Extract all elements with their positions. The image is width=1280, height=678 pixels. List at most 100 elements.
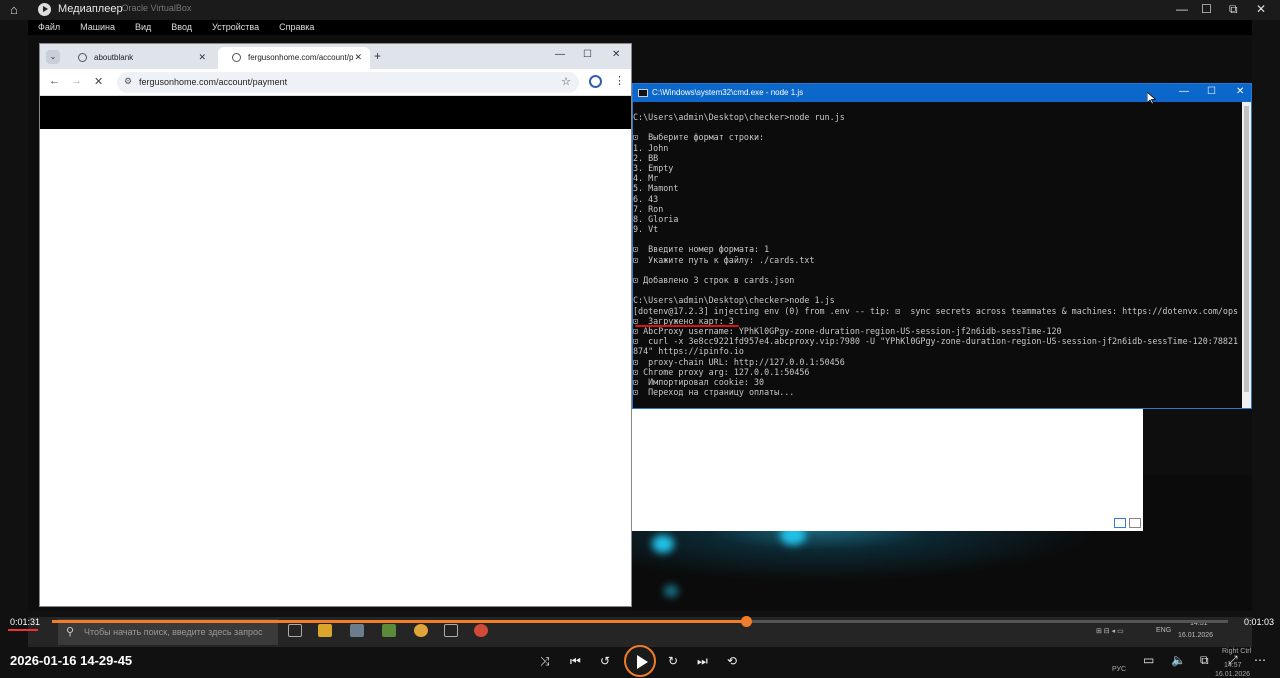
cmd-output-line: C:\Users\admin\Desktop\checker>node run.… <box>633 112 845 122</box>
maximize-icon[interactable]: ☐ <box>1207 86 1216 97</box>
forward-icon[interactable]: → <box>71 75 82 87</box>
cmd-output-line: 1. John <box>633 142 669 153</box>
seek-bar-handle[interactable] <box>741 616 752 627</box>
tab-label: aboutblank <box>94 53 134 62</box>
details-view-icon[interactable] <box>1114 518 1126 528</box>
tray-icons[interactable]: ⊞ ⊟ ◂ ▭ <box>1096 627 1124 635</box>
cmd-output-line: C:\Users\admin\Desktop\checker>node 1.js <box>633 295 835 306</box>
cmd-output-line: [dotenv@17.2.3] injecting env (0) from .… <box>633 305 1239 316</box>
volume-icon[interactable]: 🔈 <box>1171 653 1186 667</box>
media-player-titlebar: ⌂ Медиаплеер - Oracle VirtualBox — ☐ ⧉ ✕ <box>0 0 1280 20</box>
site-info-icon[interactable]: ⚙ <box>124 76 132 87</box>
cmd-titlebar: C:\Windows\system32\cmd.exe - node 1.js … <box>633 84 1251 102</box>
cmd-output-line: ⊡ Импортировал cookie: 30 <box>633 376 765 387</box>
close-tab-icon[interactable]: ✕ <box>198 52 206 63</box>
back-icon[interactable]: ← <box>49 75 60 87</box>
cmd-output-line: 7. Ron <box>633 203 664 214</box>
cmd-app-icon <box>638 89 648 97</box>
repeat-icon[interactable]: ⟲ <box>727 654 737 668</box>
search-placeholder: Чтобы начать поиск, введите здесь запрос <box>84 627 263 637</box>
mouse-cursor-icon <box>1147 92 1156 105</box>
cmd-output-line: 9. Vt <box>633 224 659 235</box>
wallpaper-glow <box>652 535 674 553</box>
chrome-icon[interactable] <box>414 624 428 637</box>
next-icon[interactable]: ⏭ <box>697 654 708 669</box>
menu-machine[interactable]: Машина <box>70 20 125 35</box>
cmd-window[interactable]: C:\Windows\system32\cmd.exe - node 1.js … <box>632 83 1252 409</box>
task-view-icon[interactable] <box>288 624 302 637</box>
globe-icon <box>78 53 87 62</box>
tiles-view-icon[interactable] <box>1129 518 1141 528</box>
file-explorer-icon[interactable] <box>318 624 332 637</box>
tab-search-icon[interactable]: ⌄ <box>46 50 60 64</box>
menu-kebab-icon[interactable]: ⋮ <box>614 74 625 87</box>
seek-bar-progress <box>52 620 746 623</box>
maximize-icon[interactable]: ☐ <box>1201 2 1212 16</box>
notepad-icon[interactable] <box>382 624 396 637</box>
bookmark-star-icon[interactable]: ☆ <box>561 75 571 88</box>
cmd-title: C:\Windows\system32\cmd.exe - node 1.js <box>652 88 804 97</box>
more-options-icon[interactable]: ⋯ <box>1254 653 1266 667</box>
shuffle-icon[interactable]: ⤨ <box>540 654 550 669</box>
close-icon[interactable]: ✕ <box>1236 86 1244 97</box>
tab-fergusonhome[interactable]: fergusonhome.com/account/p ✕ <box>218 47 370 69</box>
close-icon[interactable]: ✕ <box>612 49 620 60</box>
virtualbox-menubar: Файл Машина Вид Ввод Устройства Справка <box>28 20 1252 35</box>
cmd-output-line: ⊡ proxy-chain URL: http://127.0.0.1:5045… <box>633 356 845 367</box>
tab-strip: ⌄ aboutblank ✕ fergusonhome.com/account/… <box>40 44 631 69</box>
page-content <box>40 129 631 606</box>
rewind-10-icon[interactable]: ↺ <box>600 654 610 668</box>
cmd-icon[interactable] <box>444 624 458 637</box>
miniplayer-icon[interactable]: ▭ <box>1143 653 1154 667</box>
app-icon[interactable] <box>350 624 364 637</box>
chrome-icon[interactable] <box>474 624 488 637</box>
cmd-output-line: ⊡ Chrome proxy arg: 127.0.0.1:50456 <box>633 366 810 377</box>
media-player-app-icon <box>38 3 51 16</box>
chrome-window[interactable]: ⌄ aboutblank ✕ fergusonhome.com/account/… <box>39 43 632 607</box>
red-annotation-underline <box>8 629 38 631</box>
close-tab-icon[interactable]: ✕ <box>354 52 362 63</box>
close-icon[interactable]: ✕ <box>1256 2 1266 16</box>
play-button[interactable] <box>624 645 656 677</box>
minimize-icon[interactable]: — <box>1179 86 1189 97</box>
address-bar[interactable]: ⚙ fergusonhome.com/account/payment ☆ <box>117 72 579 93</box>
guest-language[interactable]: ENG <box>1156 627 1171 634</box>
cmd-output-line: 3. Empty <box>633 162 674 173</box>
cmd-output-line <box>633 285 1243 295</box>
toolbar: ← → ✕ ⚙ fergusonhome.com/account/payment… <box>40 69 631 96</box>
menu-help[interactable]: Справка <box>269 20 324 35</box>
previous-icon[interactable]: ⏮ <box>570 654 581 669</box>
tab-label: fergusonhome.com/account/p <box>248 53 354 62</box>
host-language[interactable]: РУС <box>1112 666 1126 673</box>
minimize-icon[interactable]: — <box>555 49 565 60</box>
stop-loading-icon[interactable]: ✕ <box>94 75 103 88</box>
media-player-title: Медиаплеер <box>58 3 123 15</box>
home-icon[interactable]: ⌂ <box>10 3 24 17</box>
window-subtitle: - Oracle VirtualBox <box>116 3 192 13</box>
tab-aboutblank[interactable]: aboutblank ✕ <box>64 47 214 69</box>
scrollbar-thumb[interactable] <box>1244 106 1249 392</box>
cmd-output-line: ⊡ Переход на страницу оплаты... <box>633 387 795 398</box>
menu-view[interactable]: Вид <box>125 20 161 35</box>
cmd-scrollbar[interactable] <box>1242 102 1251 408</box>
cmd-output-line: 2. BB <box>633 152 659 163</box>
globe-icon <box>232 53 241 62</box>
maximize-icon[interactable]: ☐ <box>583 49 592 60</box>
minimize-icon[interactable]: — <box>1176 2 1188 16</box>
forward-30-icon[interactable]: ↻ <box>668 654 678 668</box>
current-time: 0:01:31 <box>10 617 41 627</box>
menu-input[interactable]: Ввод <box>161 20 202 35</box>
page-header-area <box>40 96 631 129</box>
restore-icon[interactable]: ⧉ <box>1229 2 1238 17</box>
new-tab-icon[interactable]: + <box>374 49 381 63</box>
guest-clock-date: 16.01.2026 <box>1178 632 1214 639</box>
cmd-output-line: ⊡ AbcProxy username: YPhKl0GPgy-zone-dur… <box>633 325 1062 336</box>
profile-icon[interactable] <box>589 75 602 88</box>
cast-icon[interactable]: ⧉ <box>1200 653 1209 668</box>
cmd-output-line: ⊡ Добавлено 3 строк в cards.json <box>633 275 795 285</box>
red-annotation-underline <box>635 325 739 327</box>
cmd-output-line: 6. 43 <box>633 193 659 204</box>
cmd-output-line <box>633 234 1243 244</box>
menu-file[interactable]: Файл <box>28 20 70 35</box>
menu-devices[interactable]: Устройства <box>202 20 269 35</box>
